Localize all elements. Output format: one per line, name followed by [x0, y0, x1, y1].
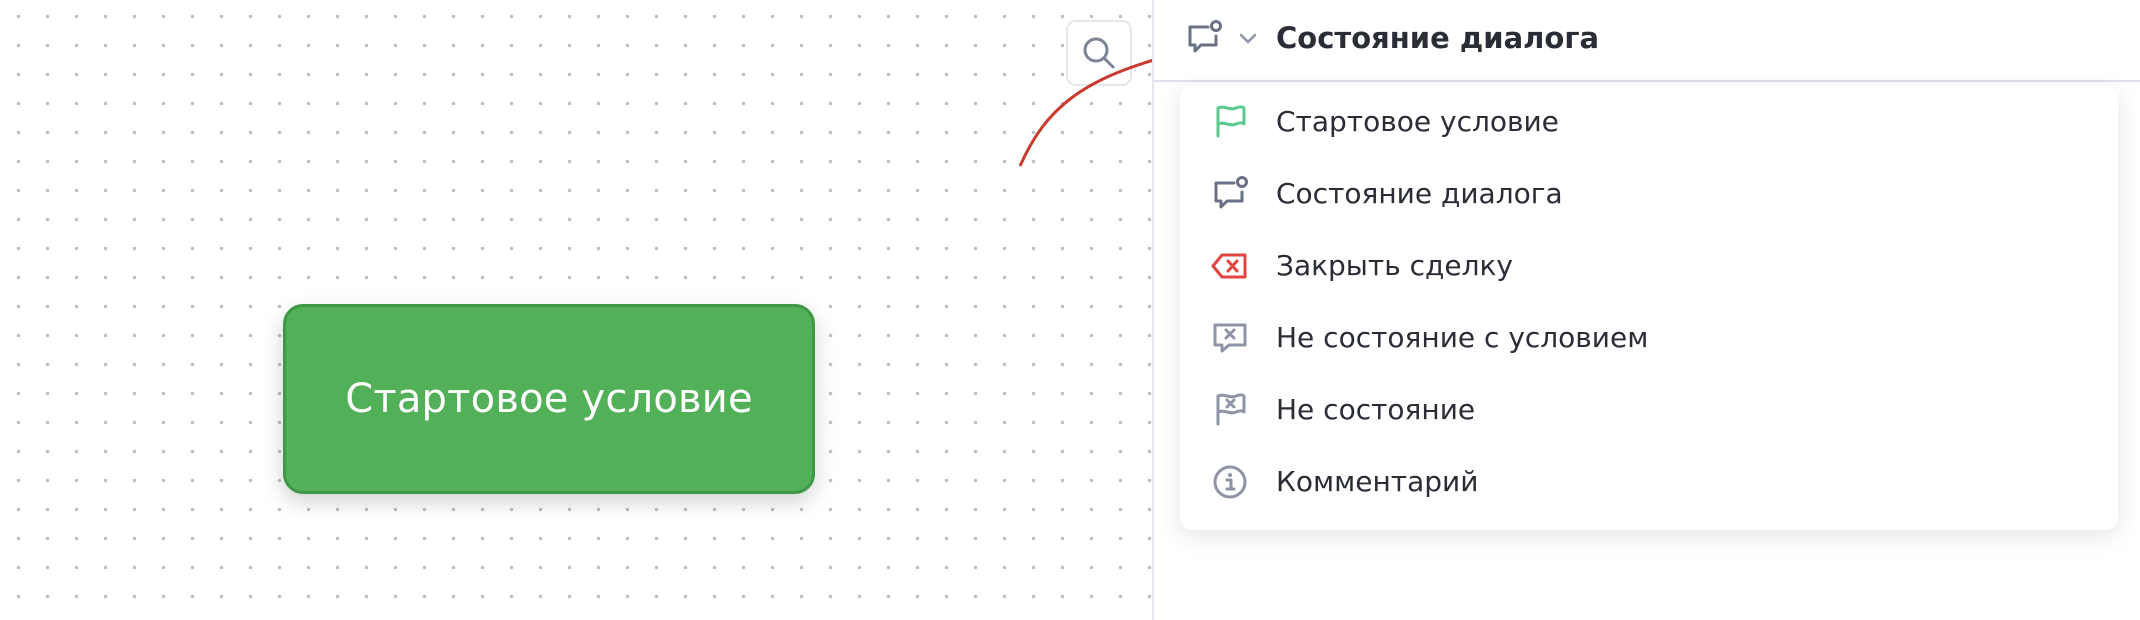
start-condition-node[interactable]: Стартовое условие	[283, 304, 815, 494]
chat-status-icon	[1188, 20, 1222, 53]
menu-item-close-deal[interactable]: Закрыть сделку	[1180, 230, 2118, 302]
menu-item-start-condition[interactable]: Стартовое условие	[1180, 86, 2118, 158]
node-type-dropdown: Стартовое условие Состояние диалога Закр…	[1180, 86, 2118, 530]
menu-item-dialog-state[interactable]: Состояние диалога	[1180, 158, 2118, 230]
search-button[interactable]	[1066, 20, 1132, 86]
menu-item-label: Стартовое условие	[1276, 105, 1559, 138]
menu-item-label: Комментарий	[1276, 465, 1479, 498]
flow-canvas[interactable]: Стартовое условие	[0, 0, 1152, 620]
menu-item-non-state-with-condition[interactable]: Не состояние с условием	[1180, 302, 2118, 374]
start-node-label: Стартовое условие	[345, 376, 753, 422]
chat-x-icon	[1213, 323, 1247, 353]
menu-item-label: Состояние диалога	[1276, 177, 1563, 210]
menu-item-label: Не состояние с условием	[1276, 321, 1649, 354]
info-icon	[1213, 465, 1247, 499]
search-icon	[1083, 37, 1115, 69]
menu-item-comment[interactable]: Комментарий	[1180, 446, 2118, 518]
node-type-panel: Состояние диалога Стартовое условие Сост…	[1152, 0, 2140, 620]
selected-node-type: Состояние диалога	[1276, 21, 1600, 55]
chat-status-icon	[1214, 176, 1248, 209]
flag-x-icon	[1216, 393, 1246, 426]
menu-item-label: Закрыть сделку	[1276, 249, 1513, 282]
backspace-close-icon	[1211, 253, 1247, 279]
node-type-selector[interactable]: Состояние диалога	[1154, 0, 2140, 82]
chevron-down-icon[interactable]	[1236, 26, 1260, 50]
menu-item-non-state[interactable]: Не состояние	[1180, 374, 2118, 446]
app-root: Стартовое условие Состояние диалога Стар…	[0, 0, 2140, 620]
flag-icon	[1216, 105, 1246, 138]
menu-item-label: Не состояние	[1276, 393, 1476, 426]
